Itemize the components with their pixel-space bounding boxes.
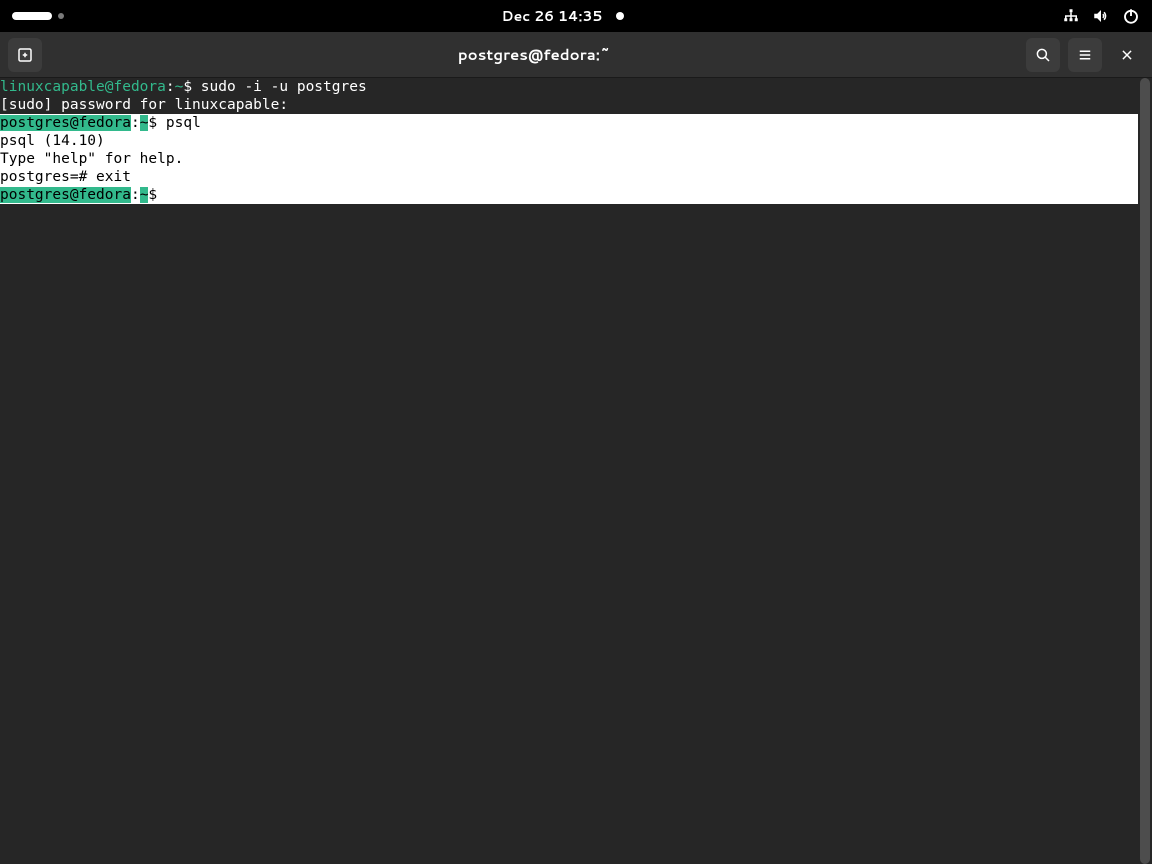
search-button[interactable] [1026, 38, 1060, 72]
network-icon[interactable] [1062, 7, 1080, 25]
system-tray[interactable] [1062, 7, 1140, 25]
notification-dot-icon [616, 12, 624, 20]
cursor-rest [157, 187, 166, 203]
volume-icon[interactable] [1092, 7, 1110, 25]
prompt-dollar: $ [183, 79, 192, 95]
terminal-line: postgres@fedora:~$ [0, 186, 1138, 204]
prompt-user: postgres@fedora [0, 115, 131, 131]
selection-block: postgres@fedora:~$ psql psql (14.10) Typ… [0, 114, 1138, 204]
menu-button[interactable] [1068, 38, 1102, 72]
terminal-line: psql (14.10) [0, 132, 1138, 150]
prompt-sep: : [131, 187, 140, 203]
prompt-dollar: $ [148, 115, 157, 131]
terminal-viewport[interactable]: linuxcapable@fedora:~$ sudo -i -u postgr… [0, 78, 1152, 864]
scrollbar[interactable] [1138, 78, 1152, 864]
terminal-line: postgres=# exit [0, 168, 1138, 186]
terminal-window: postgres@fedora:~ linuxcapable@fedora:~$… [0, 32, 1152, 864]
clock-label: Dec 26 14:35 [502, 6, 603, 26]
command-text: psql [157, 115, 201, 131]
prompt-dollar: $ [148, 187, 157, 203]
gnome-topbar: Dec 26 14:35 [0, 0, 1152, 32]
prompt-sep: : [131, 115, 140, 131]
terminal-line: Type "help" for help. [0, 150, 1138, 168]
close-button[interactable] [1110, 38, 1144, 72]
window-title: postgres@fedora:~ [42, 44, 1026, 65]
prompt-user: postgres@fedora [0, 187, 131, 203]
scrollbar-thumb[interactable] [1140, 78, 1150, 864]
new-tab-button[interactable] [8, 38, 42, 72]
activities-pill-icon [12, 12, 52, 20]
prompt-user: linuxcapable@fedora [0, 79, 166, 95]
terminal-line: postgres@fedora:~$ psql [0, 114, 1138, 132]
terminal-content: linuxcapable@fedora:~$ sudo -i -u postgr… [0, 78, 1138, 204]
command-text: sudo -i -u postgres [192, 79, 367, 95]
prompt-sep: : [166, 79, 175, 95]
terminal-line: linuxcapable@fedora:~$ sudo -i -u postgr… [0, 78, 1138, 96]
workspace-dot-icon [58, 13, 64, 19]
clock-area[interactable]: Dec 26 14:35 [502, 6, 625, 26]
terminal-line: [sudo] password for linuxcapable: [0, 96, 1138, 114]
activities-area[interactable] [12, 12, 64, 20]
power-icon[interactable] [1122, 7, 1140, 25]
window-headerbar: postgres@fedora:~ [0, 32, 1152, 78]
